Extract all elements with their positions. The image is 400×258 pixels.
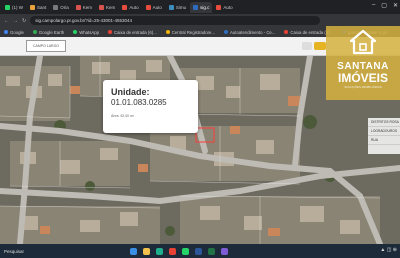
file-explorer-icon[interactable] bbox=[143, 247, 150, 255]
bookmark-item[interactable]: WhatsApp bbox=[73, 30, 99, 35]
tab-favicon-icon bbox=[145, 4, 151, 10]
tab-favicon-icon bbox=[216, 4, 222, 10]
tab-label: Kem bbox=[82, 4, 93, 10]
bookmark-label: Google Earth bbox=[38, 29, 65, 35]
bookmark-icon bbox=[224, 30, 229, 34]
browser-tab[interactable]: Sant bbox=[27, 2, 49, 13]
bookmark-icon bbox=[32, 30, 37, 34]
popup-label: Unidade: bbox=[111, 87, 150, 97]
tab-label: (1) W bbox=[12, 4, 23, 10]
tab-favicon-icon bbox=[122, 4, 128, 10]
bookmark-item[interactable]: Central Registradore... bbox=[165, 29, 216, 35]
tab-label: sig.c bbox=[200, 4, 210, 10]
browser-tab[interactable]: Kem bbox=[96, 2, 118, 13]
browser-tab[interactable]: (1) W bbox=[2, 2, 26, 13]
layer-item[interactable]: LOGRADOUROS bbox=[368, 127, 400, 136]
taskbar-apps bbox=[130, 247, 228, 255]
system-tray[interactable]: ▲ ◫ ⊕ bbox=[380, 247, 397, 253]
excel-icon[interactable] bbox=[208, 247, 215, 255]
screen: (1) W Sant Oria Kem Kem Auto Auto Simu s… bbox=[0, 0, 400, 258]
tab-label: Sant bbox=[37, 4, 47, 10]
bookmark-icon bbox=[73, 30, 78, 34]
brand-watermark: SANTANA IMÓVEIS SOLUÇÕES IMOBILIÁRIAS bbox=[326, 26, 400, 100]
bookmark-label: Autoatendimento - Ce... bbox=[230, 29, 276, 35]
brand-subname: IMÓVEIS bbox=[337, 71, 388, 85]
bookmark-item[interactable]: Google Earth bbox=[32, 29, 65, 35]
bookmark-item[interactable]: Autoatendimento - Ce... bbox=[224, 30, 275, 35]
bookmark-label: Central Registradore... bbox=[171, 29, 216, 35]
bookmark-icon bbox=[284, 30, 289, 34]
forward-icon[interactable]: → bbox=[13, 18, 18, 24]
tab-favicon-icon bbox=[53, 4, 59, 10]
start-icon[interactable] bbox=[130, 247, 137, 255]
tab-favicon-icon bbox=[75, 4, 81, 10]
layer-item[interactable]: RUA bbox=[368, 136, 400, 145]
browser-tab[interactable]: Oria bbox=[50, 2, 72, 13]
layers-panel: DISTRITOS ROSA LOGRADOUROS RUA bbox=[368, 118, 400, 154]
bookmark-icon bbox=[165, 30, 170, 34]
tab-favicon-icon bbox=[193, 4, 199, 10]
tab-favicon-icon bbox=[168, 4, 174, 10]
close-icon[interactable]: ✕ bbox=[393, 2, 398, 9]
whatsapp-icon[interactable] bbox=[182, 247, 189, 255]
chrome-icon[interactable] bbox=[169, 247, 176, 255]
bookmark-item[interactable]: Google bbox=[4, 30, 24, 35]
tab-label: Auto bbox=[223, 4, 233, 10]
parcel-area: Área: 92,00 m² bbox=[111, 114, 135, 118]
maximize-icon[interactable]: ▢ bbox=[381, 2, 387, 9]
municipality-logo: CAMPO LARGO bbox=[26, 40, 66, 52]
tab-label: Auto bbox=[129, 4, 139, 10]
house-logo-icon bbox=[349, 29, 377, 55]
header-button[interactable] bbox=[302, 42, 312, 50]
layer-item[interactable]: DISTRITOS ROSA bbox=[368, 118, 400, 127]
photos-icon[interactable] bbox=[221, 247, 228, 255]
url-field[interactable]: sig.campolargo.pr.gov.br/?id=25-43001-45… bbox=[30, 16, 320, 25]
parcel-info-popup: Unidade: 01.01.083.0285 Área: 92,00 m² bbox=[103, 80, 198, 133]
header-button[interactable] bbox=[314, 42, 326, 50]
bookmark-icon bbox=[108, 30, 113, 34]
taskbar-search[interactable]: Pesquisar bbox=[0, 249, 130, 254]
tab-label: Simu bbox=[175, 4, 187, 10]
os-taskbar: Pesquisar ▲ ◫ ⊕ bbox=[0, 244, 400, 258]
tab-favicon-icon bbox=[5, 4, 10, 10]
browser-tab[interactable]: Auto bbox=[119, 2, 141, 13]
tab-label: Kem bbox=[106, 4, 116, 10]
parcel-id: 01.01.083.0285 bbox=[111, 98, 167, 107]
reload-icon[interactable]: ↻ bbox=[22, 18, 26, 24]
bookmark-label: Caixa de entrada (6)... bbox=[114, 29, 157, 35]
browser-tab[interactable]: Kem bbox=[73, 2, 95, 13]
bookmark-item[interactable]: Caixa de entrada (6)... bbox=[108, 30, 157, 35]
browser-tab-strip: (1) W Sant Oria Kem Kem Auto Auto Simu s… bbox=[0, 0, 400, 14]
tab-label: Oria bbox=[60, 4, 69, 10]
browser-tab[interactable]: Auto bbox=[143, 2, 165, 13]
window-controls: – ▢ ✕ bbox=[372, 2, 398, 9]
url-text: sig.campolargo.pr.gov.br/?id=25-43001-45… bbox=[35, 18, 133, 23]
back-icon[interactable]: ← bbox=[4, 18, 9, 24]
edge-icon[interactable] bbox=[156, 247, 163, 255]
browser-tab[interactable]: Simu bbox=[166, 2, 189, 13]
tab-favicon-icon bbox=[99, 4, 105, 10]
bookmark-label: WhatsApp bbox=[79, 29, 100, 35]
browser-tab-active[interactable]: sig.c bbox=[190, 1, 213, 13]
word-icon[interactable] bbox=[195, 247, 202, 255]
bookmark-icon bbox=[4, 30, 8, 34]
bookmark-label: Google bbox=[10, 29, 24, 35]
tab-label: Auto bbox=[152, 4, 162, 10]
tab-favicon-icon bbox=[30, 4, 35, 10]
brand-tagline: SOLUÇÕES IMOBILIÁRIAS bbox=[344, 85, 382, 89]
minimize-icon[interactable]: – bbox=[372, 2, 375, 9]
browser-tab[interactable]: Auto bbox=[213, 2, 235, 13]
